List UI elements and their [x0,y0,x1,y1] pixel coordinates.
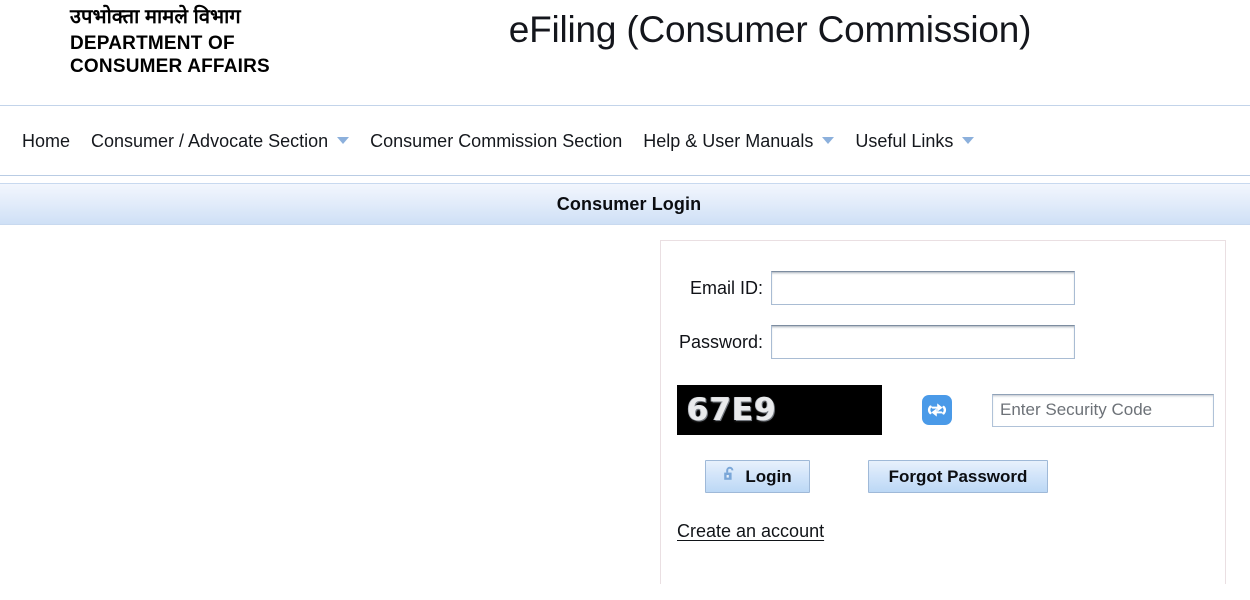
nav-item-useful-links[interactable]: Useful Links [855,130,975,151]
chevron-down-icon [822,137,835,144]
nav-item-help-user-manuals[interactable]: Help & User Manuals [643,130,835,151]
captcha-row: 67E9 [677,385,1225,435]
nav-item-label: Consumer Commission Section [370,130,623,151]
section-header-bar: Consumer Login [0,183,1250,225]
nav-item-label: Consumer / Advocate Section [91,130,329,151]
create-account-row: Create an account [677,521,1225,542]
forgot-password-button[interactable]: Forgot Password [868,460,1048,493]
nav-item-label: Help & User Manuals [643,130,814,151]
main-navigation: Home Consumer / Advocate Section Consume… [0,106,1250,176]
login-button-label: Login [745,466,792,486]
form-action-buttons: Login Forgot Password [705,460,1225,493]
unlock-icon [723,466,738,487]
refresh-captcha-icon[interactable] [922,395,952,425]
nav-item-consumer-advocate-section[interactable]: Consumer / Advocate Section [91,130,350,151]
forgot-password-button-label: Forgot Password [888,466,1028,486]
chevron-down-icon [337,137,350,144]
nav-item-label: Useful Links [855,130,954,151]
password-field-row: Password: [670,325,1225,359]
email-label: Email ID: [689,277,763,298]
login-button[interactable]: Login [705,460,810,493]
security-code-input[interactable] [992,393,1214,427]
nav-item-consumer-commission-section[interactable]: Consumer Commission Section [370,132,622,150]
captcha-code-text: 67E9 [687,391,777,428]
section-title: Consumer Login [556,193,702,214]
nav-item-home[interactable]: Home [22,132,70,150]
email-field-row: Email ID: [670,271,1225,305]
page-header: उपभोक्ता मामले विभाग DEPARTMENT OF CONSU… [0,0,1250,106]
brand-english-line2: CONSUMER AFFAIRS [70,56,270,78]
nav-item-label: Home [22,130,71,151]
page-title: eFiling (Consumer Commission) [508,9,1032,50]
password-label: Password: [678,331,763,352]
create-account-link[interactable]: Create an account [677,521,824,541]
main-content: Email ID: Password: 67E9 Enter Security … [0,225,1250,584]
email-input[interactable] [771,271,1075,305]
captcha-image: 67E9 [677,385,882,435]
consumer-login-panel: Email ID: Password: 67E9 Enter Security … [660,240,1226,584]
password-input[interactable] [771,325,1075,359]
chevron-down-icon [962,137,975,144]
